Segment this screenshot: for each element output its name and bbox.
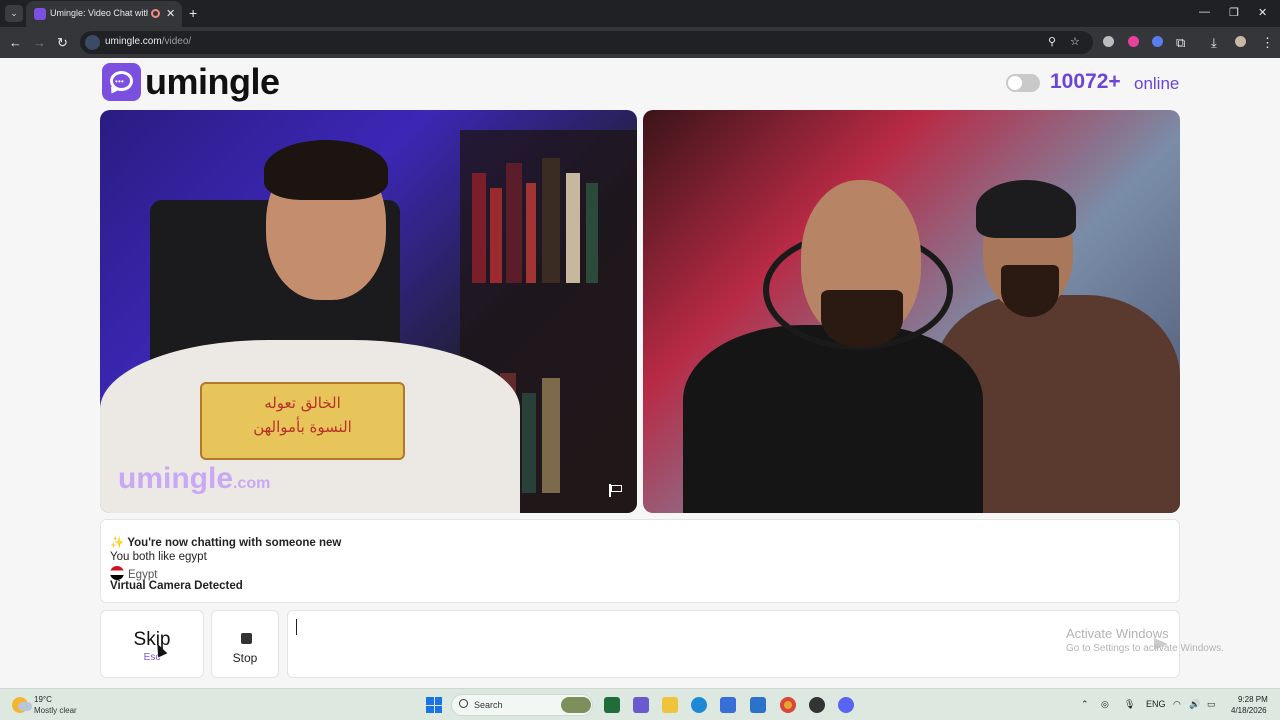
show-hidden-icons-chevron-icon[interactable]: ⌃	[1081, 699, 1089, 710]
shirt-print: الخالق تعوله النسوة بأموالهن	[200, 382, 405, 460]
toggle-knob	[1008, 76, 1022, 90]
reload-icon[interactable]: ↻	[57, 35, 68, 51]
windows-start-icon[interactable]	[426, 697, 442, 713]
umingle-logo-text[interactable]: umingle	[145, 61, 280, 103]
online-label: online	[1134, 74, 1180, 93]
recording-indicator-icon	[151, 9, 160, 18]
bookmark-star-icon[interactable]: ☆	[1070, 35, 1080, 48]
microphone-icon[interactable]: 🎙	[1124, 699, 1135, 710]
activate-windows-title: Activate Windows	[1066, 626, 1169, 641]
umingle-watermark: umingle.com	[118, 462, 271, 495]
activate-windows-subtitle: Go to Settings to activate Windows.	[1066, 643, 1224, 654]
clock-time[interactable]: 9:28 PM	[1238, 695, 1268, 704]
local-video-feed: الخالق تعوله النسوة بأموالهن umingle.com	[100, 110, 637, 513]
weather-temperature[interactable]: 19°C	[34, 695, 52, 704]
second-person-beard	[1001, 265, 1059, 317]
skip-shortcut-hint: Esc	[143, 652, 161, 663]
profile-avatar[interactable]	[1235, 36, 1246, 47]
skip-button[interactable]: Skip Esc	[100, 610, 204, 678]
address-bar-url[interactable]: umingle.com/video/	[105, 36, 191, 47]
chat-message-input[interactable]	[294, 617, 1144, 669]
person-hair	[264, 140, 388, 200]
first-person-shirt	[683, 325, 983, 513]
volume-icon[interactable]: 🔊	[1189, 699, 1200, 710]
browser-menu-icon[interactable]: ⋮	[1261, 35, 1274, 51]
extension-icon[interactable]	[1103, 36, 1114, 47]
site-info-icon[interactable]	[85, 35, 100, 50]
black-cap	[976, 180, 1076, 238]
tab-title: Umingle: Video Chat with S	[50, 8, 148, 18]
tab-search-menu-icon[interactable]: ⌄	[5, 5, 23, 22]
file-explorer-icon[interactable]	[662, 697, 678, 713]
text-caret	[296, 619, 297, 635]
wifi-icon[interactable]: ◠	[1173, 699, 1181, 710]
online-count: 10072+	[1050, 70, 1121, 93]
umingle-favicon-icon	[34, 8, 46, 20]
search-icon	[459, 699, 468, 708]
downloads-icon[interactable]: ⤓	[1211, 35, 1217, 51]
stop-label: Stop	[232, 651, 258, 665]
forward-arrow-icon[interactable]: →	[33, 35, 46, 50]
new-tab-button[interactable]: +	[189, 5, 197, 21]
windows-taskbar: 19°C Mostly clear Search ⌃ ◎ 🎙 ENG ◠ 🔊 ▭…	[0, 688, 1280, 720]
back-arrow-icon[interactable]: ←	[9, 35, 22, 50]
cloud-icon	[18, 702, 32, 711]
language-indicator[interactable]: ENG	[1146, 699, 1166, 709]
search-highlight-icon[interactable]	[561, 697, 591, 713]
country-line: Egypt	[110, 566, 157, 581]
stop-square-icon	[241, 633, 252, 644]
new-chat-message: ✨ You're now chatting with someone new	[110, 537, 342, 549]
chat-message-box[interactable]	[287, 610, 1180, 678]
address-bar[interactable]: umingle.com/video/ ⚲ ☆	[80, 31, 1093, 54]
browser-tab-active[interactable]: Umingle: Video Chat with S ✕	[26, 1, 182, 27]
store-app-icon[interactable]	[633, 697, 649, 713]
edge-browser-icon[interactable]	[691, 697, 707, 713]
first-person-beard	[821, 290, 903, 348]
battery-icon[interactable]: ▭	[1207, 699, 1216, 710]
weather-condition[interactable]: Mostly clear	[34, 706, 77, 715]
clock-date[interactable]: 4/18/2026	[1231, 706, 1267, 715]
virtual-camera-notice: Virtual Camera Detected	[110, 580, 243, 592]
discord-icon[interactable]	[838, 697, 854, 713]
chat-status-panel: ✨ You're now chatting with someone new Yo…	[100, 519, 1180, 603]
tab-close-icon[interactable]: ✕	[166, 7, 175, 20]
minimize-window-button[interactable]: —	[1199, 6, 1210, 18]
egypt-flag-icon	[110, 566, 124, 580]
outlook-icon[interactable]	[750, 697, 766, 713]
recorder-app-icon[interactable]	[809, 697, 825, 713]
skip-label: Skip	[133, 629, 171, 650]
extension-icon[interactable]	[1128, 36, 1139, 47]
close-window-button[interactable]: ✕	[1258, 6, 1267, 19]
extension-icon[interactable]	[1152, 36, 1163, 47]
microsoft-store-icon[interactable]	[720, 697, 736, 713]
browser-tab-strip: ⌄ Umingle: Video Chat with S ✕ + — ❐ ✕	[0, 0, 1280, 27]
remote-video-feed	[643, 110, 1180, 513]
network-app-icon[interactable]: ◎	[1101, 699, 1109, 710]
search-label: Search	[474, 700, 503, 710]
zoom-icon[interactable]: ⚲	[1048, 35, 1056, 48]
media-app-icon[interactable]	[604, 697, 620, 713]
chrome-icon[interactable]	[780, 697, 796, 713]
sparkles-icon: ✨	[110, 537, 125, 549]
report-flag-icon[interactable]	[609, 484, 623, 497]
restore-window-button[interactable]: ❐	[1229, 6, 1239, 19]
stop-button[interactable]: Stop	[211, 610, 279, 678]
theme-toggle[interactable]	[1006, 74, 1040, 92]
extensions-puzzle-icon[interactable]: ⧉	[1176, 35, 1185, 51]
common-interest-message: You both like egypt	[110, 551, 207, 563]
browser-toolbar: ← → ↻ umingle.com/video/ ⚲ ☆ ⧉ ⤓ ⋮	[0, 27, 1280, 58]
umingle-logo-icon[interactable]: • • •	[102, 63, 141, 101]
umingle-page: • • • umingle 10072+ online الخالق تعوله…	[0, 58, 1280, 688]
